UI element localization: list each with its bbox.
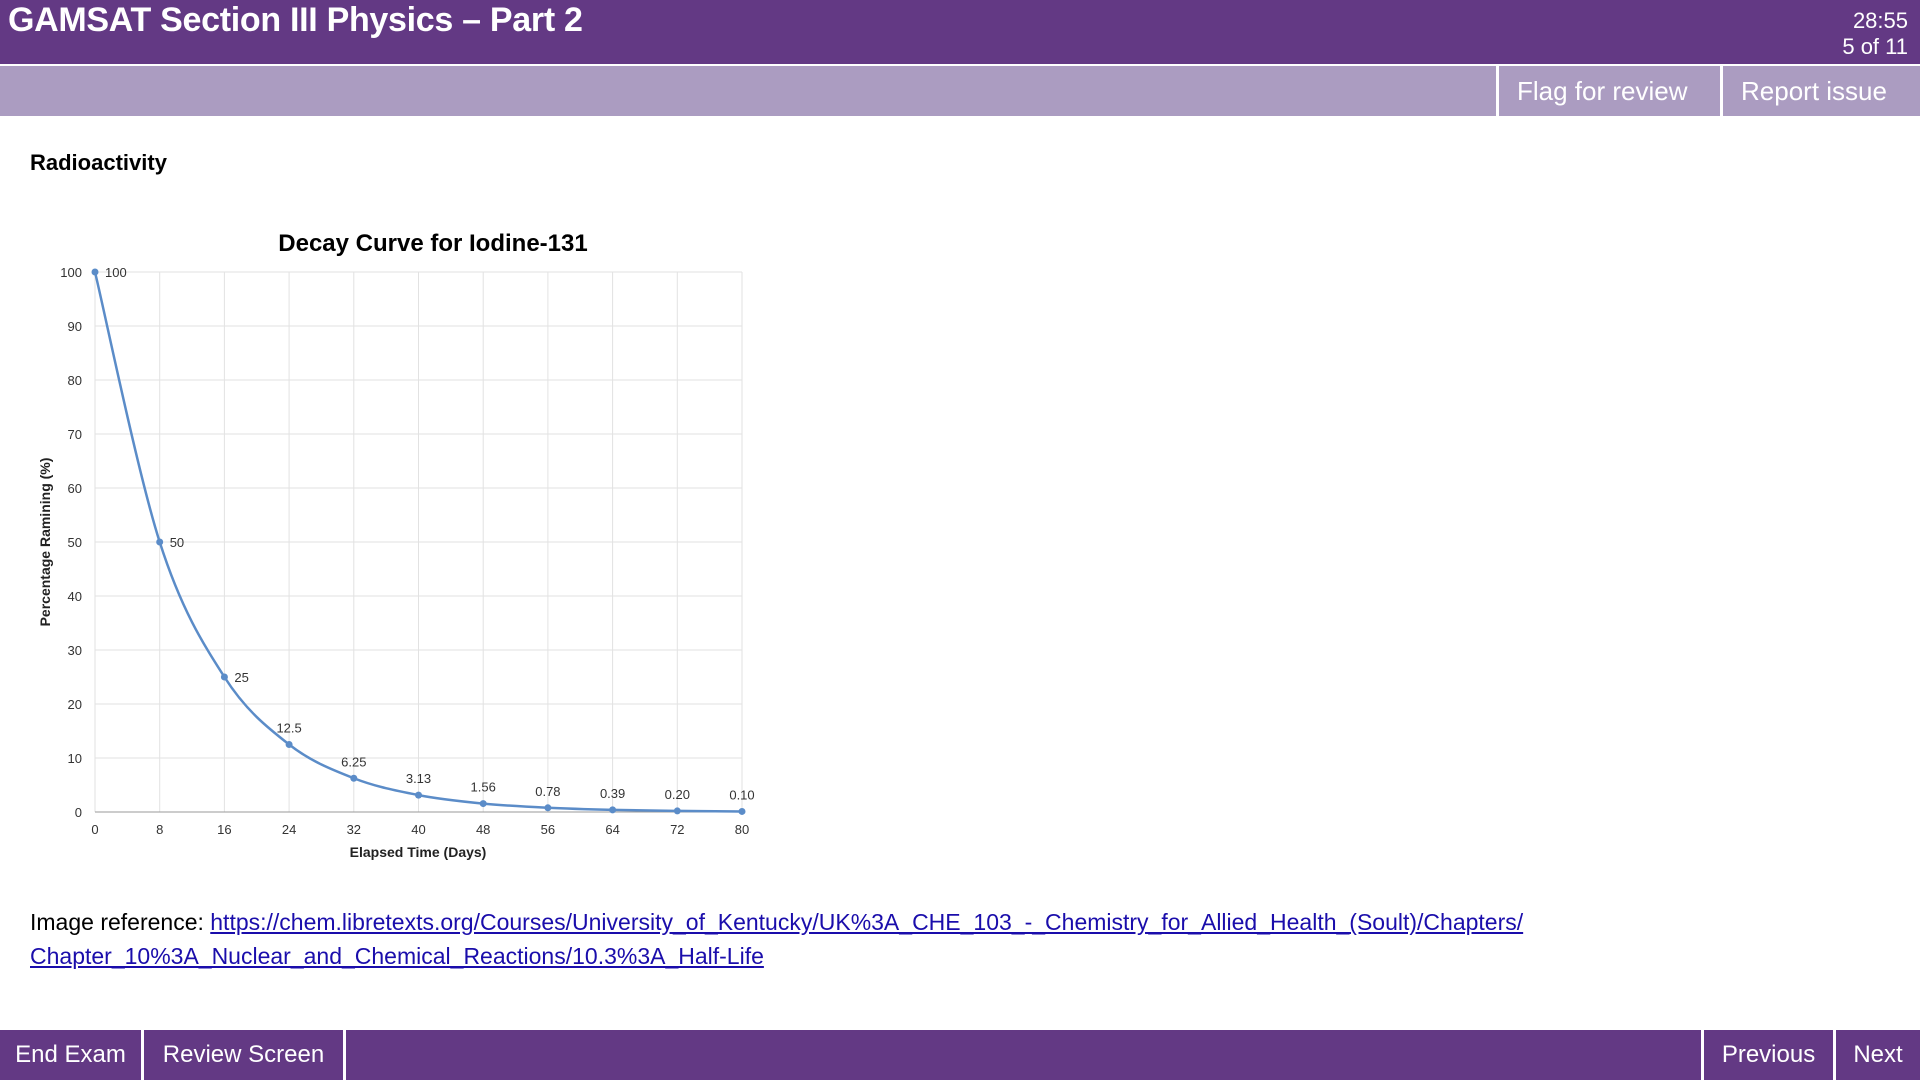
data-label: 0.10 <box>729 787 754 802</box>
data-point <box>479 800 487 808</box>
x-tick-label: 48 <box>476 822 490 837</box>
data-label: 12.5 <box>276 721 301 736</box>
data-label: 50 <box>170 535 184 550</box>
x-tick-label: 56 <box>541 822 555 837</box>
data-label: 6.25 <box>341 754 366 769</box>
x-tick-label: 8 <box>156 822 163 837</box>
chart-title: Decay Curve for Iodine-131 <box>278 230 587 257</box>
x-tick-label: 24 <box>282 822 296 837</box>
y-tick-label: 0 <box>75 805 82 820</box>
y-tick-label: 50 <box>68 535 82 550</box>
x-tick-label: 64 <box>605 822 619 837</box>
report-issue-button[interactable]: Report issue <box>1720 66 1920 116</box>
exam-title: GAMSAT Section III Physics – Part 2 <box>8 1 583 39</box>
reference-link[interactable]: https://chem.libretexts.org/Courses/Univ… <box>30 909 1523 969</box>
data-label: 0.20 <box>665 787 690 802</box>
x-tick-label: 80 <box>735 822 749 837</box>
decay-chart: 0 8 16 24 32 40 48 56 64 72 80 0 10 20 30 40 50 60 70 80 90 1… <box>37 230 755 860</box>
x-axis-title: Elapsed Time (Days) <box>350 844 487 860</box>
x-tick-label: 32 <box>347 822 361 837</box>
question-toolbar: Flag for review Report issue <box>0 66 1920 116</box>
flag-for-review-button[interactable]: Flag for review <box>1496 66 1720 116</box>
y-axis-title: Percentage Ramining (%) <box>37 458 53 627</box>
question-content: Radioactivity <box>30 150 167 176</box>
exam-timer: 28:55 <box>1852 8 1908 33</box>
next-button[interactable]: Next <box>1833 1030 1920 1080</box>
decay-chart-container: 0 8 16 24 32 40 48 56 64 72 80 0 10 20 30 40 50 60 70 80 90 1… <box>30 215 770 865</box>
data-point <box>91 268 99 276</box>
data-point <box>350 774 358 782</box>
image-reference: Image reference: https://chem.libretexts… <box>30 905 1530 973</box>
data-label: 100 <box>105 265 127 280</box>
y-tick-label: 40 <box>68 589 82 604</box>
data-label: 3.13 <box>406 771 431 786</box>
y-tick-label: 30 <box>68 643 82 658</box>
data-point <box>609 806 617 814</box>
question-progress: 5 of 11 <box>1842 34 1908 59</box>
data-point <box>220 673 228 681</box>
x-tick-label: 40 <box>411 822 425 837</box>
data-point <box>673 807 681 815</box>
data-label: 25 <box>234 670 248 685</box>
data-label: 0.39 <box>600 786 625 801</box>
reference-prefix: Image reference: <box>30 909 211 935</box>
end-exam-button[interactable]: End Exam <box>0 1030 144 1080</box>
x-tick-label: 0 <box>91 822 98 837</box>
data-point <box>738 807 746 815</box>
y-tick-label: 10 <box>68 751 82 766</box>
previous-button[interactable]: Previous <box>1701 1030 1833 1080</box>
data-label: 0.78 <box>535 784 560 799</box>
data-point <box>285 741 293 748</box>
x-tick-label: 72 <box>670 822 684 837</box>
y-tick-label: 80 <box>68 373 82 388</box>
y-tick-label: 100 <box>60 265 82 280</box>
y-tick-label: 70 <box>68 427 82 442</box>
data-point <box>156 538 164 546</box>
data-point <box>544 804 552 812</box>
data-point <box>415 791 422 799</box>
review-screen-button[interactable]: Review Screen <box>144 1030 346 1080</box>
data-label: 1.56 <box>471 780 496 795</box>
question-heading: Radioactivity <box>30 150 167 175</box>
exam-footer: End Exam Review Screen Previous Next <box>0 1030 1920 1080</box>
x-tick-label: 16 <box>217 822 231 837</box>
y-tick-label: 60 <box>68 481 82 496</box>
y-tick-label: 20 <box>68 697 82 712</box>
exam-header: GAMSAT Section III Physics – Part 2 28:5… <box>0 0 1920 64</box>
y-tick-label: 90 <box>68 319 82 334</box>
